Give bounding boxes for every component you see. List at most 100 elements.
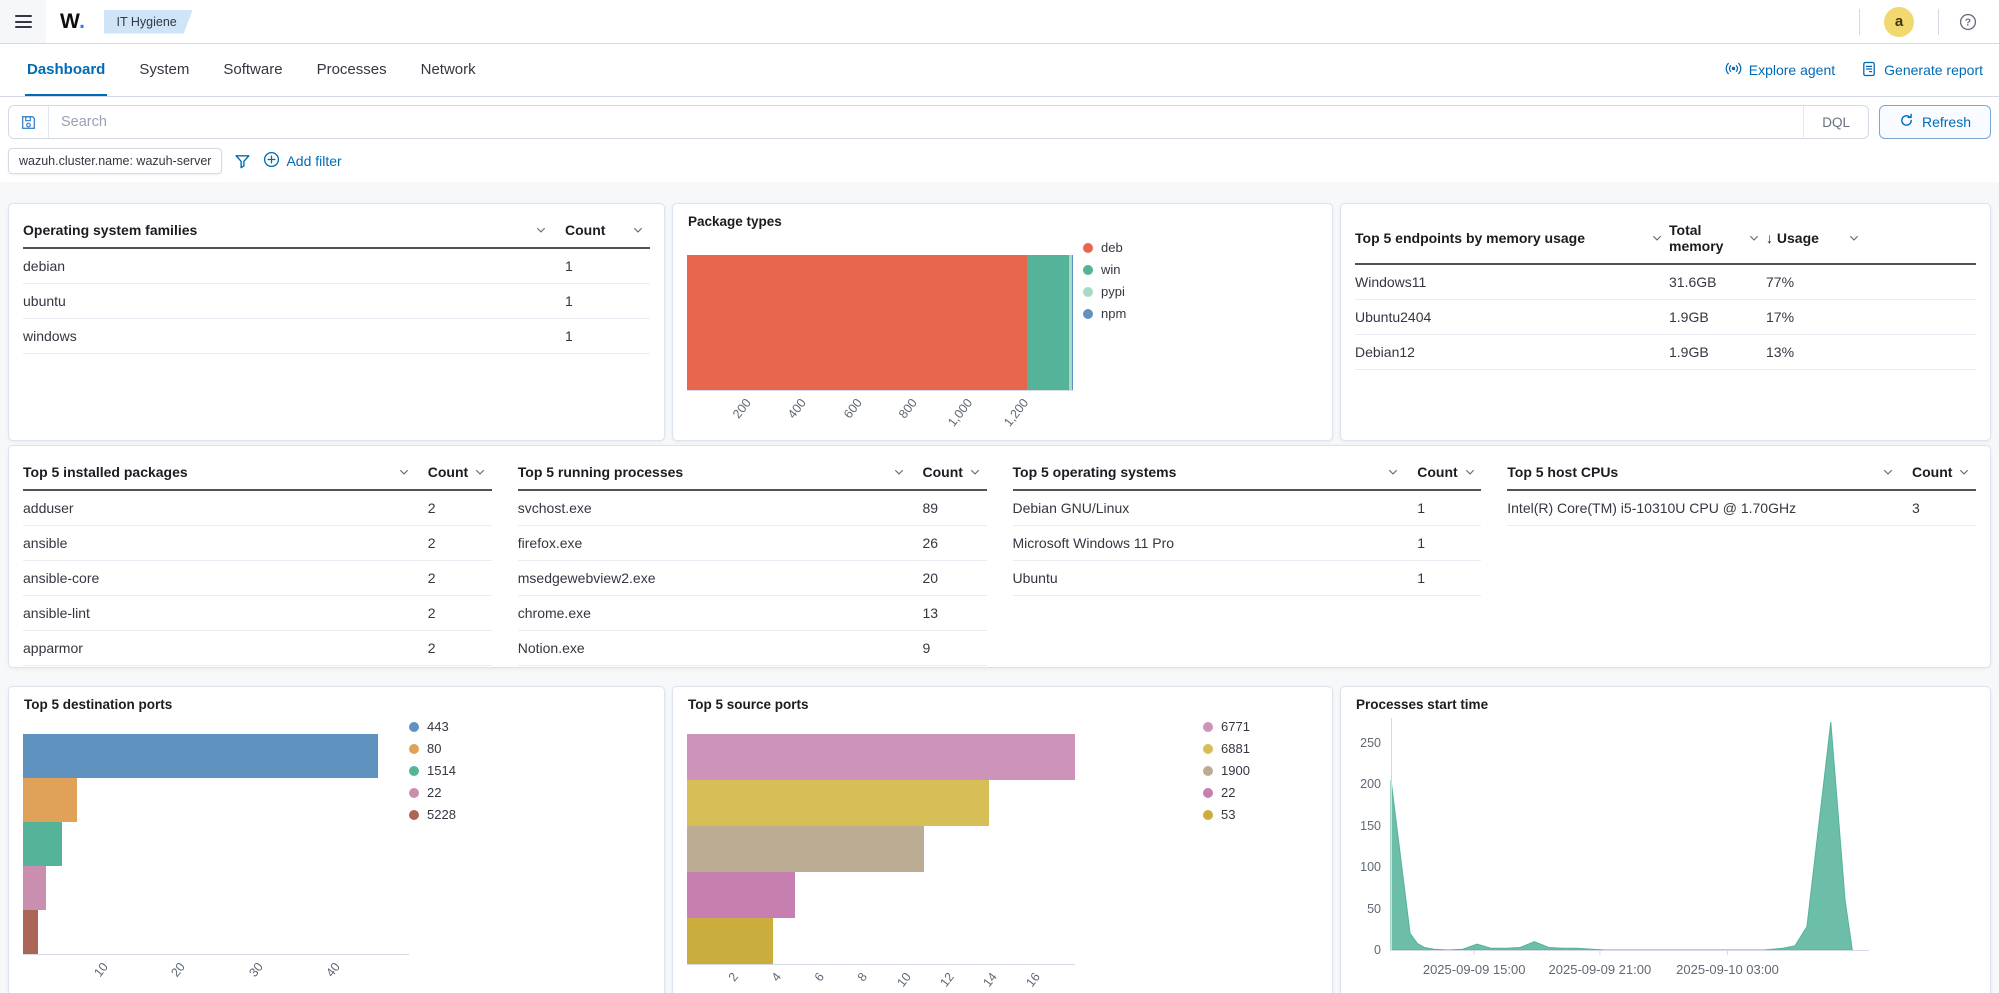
- tab-network[interactable]: Network: [419, 44, 478, 96]
- legend-item-5228[interactable]: 5228: [409, 807, 456, 822]
- bar-22[interactable]: [687, 872, 795, 918]
- sort-chevron-icon[interactable]: [632, 224, 650, 236]
- saved-queries-icon[interactable]: [9, 106, 49, 138]
- table-cell: 1: [1417, 570, 1481, 586]
- bar-1514[interactable]: [23, 822, 62, 866]
- wazuh-logo[interactable]: W.: [60, 10, 86, 34]
- legend-label: 443: [427, 719, 449, 734]
- segment-npm[interactable]: [1072, 255, 1073, 390]
- column-header-count[interactable]: Count: [1417, 464, 1481, 480]
- sort-chevron-icon[interactable]: [1958, 466, 1976, 478]
- menu-icon[interactable]: [0, 0, 46, 43]
- sort-chevron-icon[interactable]: [1848, 232, 1866, 244]
- add-filter-button[interactable]: Add filter: [263, 151, 341, 171]
- sort-chevron-icon[interactable]: [474, 466, 492, 478]
- table-cell: Notion.exe: [518, 640, 923, 656]
- column-header-label: Count: [1912, 464, 1952, 480]
- query-language-button[interactable]: DQL: [1803, 106, 1868, 138]
- segment-win[interactable]: [1027, 255, 1069, 390]
- filter-funnel-icon[interactable]: [234, 153, 251, 170]
- tab-dashboard[interactable]: Dashboard: [25, 44, 107, 96]
- column-header-count[interactable]: Count: [1912, 464, 1976, 480]
- bar-80[interactable]: [23, 778, 77, 822]
- legend-dot: [1203, 810, 1213, 820]
- breadcrumb-badge[interactable]: IT Hygiene: [104, 10, 193, 34]
- area-series[interactable]: [1391, 718, 1871, 956]
- table-cell: 1: [565, 328, 650, 344]
- bar-443[interactable]: [23, 734, 378, 778]
- sort-chevron-icon[interactable]: [969, 466, 987, 478]
- legend-item-6771[interactable]: 6771: [1203, 719, 1250, 734]
- filter-pill[interactable]: wazuh.cluster.name: wazuh-server: [8, 148, 222, 174]
- legend-item-win[interactable]: win: [1083, 262, 1126, 277]
- column-header-count[interactable]: Count: [923, 464, 987, 480]
- legend-item-pypi[interactable]: pypi: [1083, 284, 1126, 299]
- table-cell: 2: [428, 570, 492, 586]
- table-cell: 1: [1417, 535, 1481, 551]
- sort-chevron-icon[interactable]: [1651, 232, 1669, 244]
- bar-53[interactable]: [687, 918, 773, 964]
- legend-item-6881[interactable]: 6881: [1203, 741, 1250, 756]
- table-cell: 13: [923, 605, 987, 621]
- legend-item-1514[interactable]: 1514: [409, 763, 456, 778]
- legend-item-22[interactable]: 22: [1203, 785, 1250, 800]
- table-row: debian1: [23, 249, 650, 284]
- sort-chevron-icon[interactable]: [1748, 232, 1766, 244]
- tab-processes[interactable]: Processes: [315, 44, 389, 96]
- column-header-count[interactable]: Count: [428, 464, 492, 480]
- sort-chevron-icon[interactable]: [1387, 466, 1405, 478]
- tab-system[interactable]: System: [137, 44, 191, 96]
- bar-6881[interactable]: [687, 780, 989, 826]
- table-cell: Ubuntu: [1013, 570, 1418, 586]
- avatar[interactable]: a: [1884, 7, 1914, 37]
- table-cell: 1.9GB: [1669, 344, 1766, 360]
- column-header-top-5-installed-packages[interactable]: Top 5 installed packages: [23, 464, 428, 480]
- sort-chevron-icon[interactable]: [893, 466, 911, 478]
- tab-software[interactable]: Software: [221, 44, 284, 96]
- legend-item-443[interactable]: 443: [409, 719, 456, 734]
- table-row: ubuntu1: [23, 284, 650, 319]
- column-header-top-5-endpoints-by-memory-usage[interactable]: Top 5 endpoints by memory usage: [1355, 230, 1669, 246]
- generate-report-button[interactable]: Generate report: [1861, 61, 1983, 80]
- table-cell: debian: [23, 258, 565, 274]
- help-icon[interactable]: ?: [1959, 13, 1977, 31]
- sort-chevron-icon[interactable]: [398, 466, 416, 478]
- refresh-button[interactable]: Refresh: [1879, 105, 1991, 139]
- segment-deb[interactable]: [687, 255, 1027, 390]
- bar-6771[interactable]: [687, 734, 1075, 780]
- tab-bar: DashboardSystemSoftwareProcessesNetwork …: [0, 44, 1999, 97]
- table-header-row: Top 5 endpoints by memory usageTotal mem…: [1355, 212, 1976, 265]
- legend-dot: [1083, 287, 1093, 297]
- legend-dot: [1083, 265, 1093, 275]
- column-header-operating-system-families[interactable]: Operating system families: [23, 222, 565, 238]
- row-2: Top 5 installed packagesCountadduser2ans…: [23, 454, 1976, 666]
- table-cell: Debian12: [1355, 344, 1669, 360]
- search-input[interactable]: [49, 114, 1803, 130]
- legend-label: 5228: [427, 807, 456, 822]
- column-header-total-memory[interactable]: Total memory: [1669, 222, 1766, 254]
- column-header-top-5-host-cpus[interactable]: Top 5 host CPUs: [1507, 464, 1912, 480]
- bar-5228[interactable]: [23, 910, 38, 954]
- legend-item-npm[interactable]: npm: [1083, 306, 1126, 321]
- legend-item-22[interactable]: 22: [409, 785, 456, 800]
- legend-item-1900[interactable]: 1900: [1203, 763, 1250, 778]
- table-row: Ubuntu1: [1013, 561, 1482, 596]
- legend-label: npm: [1101, 306, 1126, 321]
- sort-chevron-icon[interactable]: [1882, 466, 1900, 478]
- legend-item-80[interactable]: 80: [409, 741, 456, 756]
- table-cell-spacer: [1866, 274, 1976, 290]
- x-tick-label: 2025-09-09 15:00: [1423, 962, 1526, 977]
- column-header-usage[interactable]: ↓ Usage: [1766, 230, 1866, 246]
- bar-22[interactable]: [23, 866, 46, 910]
- bar-1900[interactable]: [687, 826, 924, 872]
- y-tick-label: 100: [1355, 860, 1381, 874]
- column-header-count[interactable]: Count: [565, 222, 650, 238]
- legend-item-53[interactable]: 53: [1203, 807, 1250, 822]
- legend-item-deb[interactable]: deb: [1083, 240, 1126, 255]
- table-cell: adduser: [23, 500, 428, 516]
- sort-chevron-icon[interactable]: [1464, 466, 1482, 478]
- column-header-top-5-running-processes[interactable]: Top 5 running processes: [518, 464, 923, 480]
- column-header-top-5-operating-systems[interactable]: Top 5 operating systems: [1013, 464, 1418, 480]
- sort-chevron-icon[interactable]: [535, 224, 553, 236]
- explore-agent-button[interactable]: Explore agent: [1725, 60, 1835, 80]
